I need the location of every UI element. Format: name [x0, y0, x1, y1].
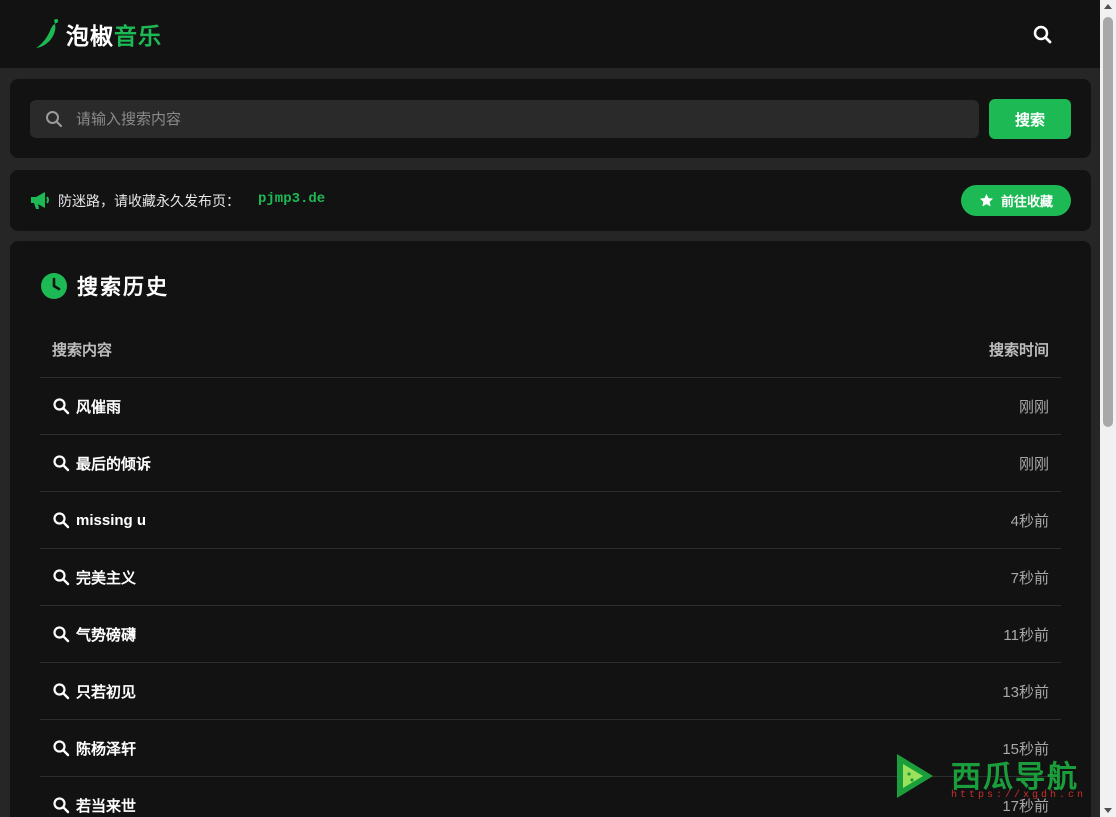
row-query-cell: 陈杨泽轩: [52, 738, 136, 759]
history-time: 17秒前: [1002, 797, 1049, 815]
history-query[interactable]: 风催雨: [76, 396, 121, 417]
search-button[interactable]: 搜索: [989, 99, 1071, 139]
chili-pepper-icon: [36, 18, 59, 48]
top-navbar: 泡椒音乐: [0, 0, 1100, 68]
history-query[interactable]: 只若初见: [76, 681, 136, 702]
history-table: 搜索内容 搜索时间 风催雨 刚刚 最后的倾诉 刚刚 missing u 4秒前 完美主义 7秒…: [40, 321, 1061, 817]
column-time-header: 搜索时间: [988, 341, 1049, 359]
table-row[interactable]: 完美主义 7秒前: [40, 549, 1061, 606]
site-logo[interactable]: 泡椒音乐: [34, 14, 162, 54]
search-icon: [53, 569, 70, 586]
search-card: 搜索: [10, 79, 1091, 158]
search-field[interactable]: [30, 100, 979, 138]
history-time: 4秒前: [1010, 512, 1049, 530]
row-query-cell: 只若初见: [52, 681, 136, 702]
search-icon: [53, 626, 70, 643]
row-query-cell: 气势磅礴: [52, 624, 136, 645]
search-icon: [53, 512, 70, 529]
permanent-url-link[interactable]: pjmp3.de: [258, 191, 325, 207]
row-query-cell: missing u: [52, 511, 146, 529]
history-query[interactable]: 若当来世: [76, 795, 136, 816]
history-time: 7秒前: [1010, 569, 1049, 587]
history-query[interactable]: missing u: [76, 512, 146, 529]
notice-card: 防迷路，请收藏永久发布页： pjmp3.de 前往收藏: [10, 170, 1091, 231]
search-icon: [53, 683, 70, 700]
history-time: 15秒前: [1002, 740, 1049, 758]
history-time: 13秒前: [1002, 683, 1049, 701]
table-row[interactable]: 气势磅礴 11秒前: [40, 606, 1061, 663]
table-header: 搜索内容 搜索时间: [40, 321, 1061, 378]
vertical-scrollbar[interactable]: [1100, 0, 1116, 817]
search-icon[interactable]: [1030, 22, 1056, 48]
search-icon: [46, 111, 63, 128]
search-history-card: 搜索历史 搜索内容 搜索时间 风催雨 刚刚 最后的倾诉 刚刚 missing u 4秒前完…: [10, 241, 1091, 817]
history-query[interactable]: 完美主义: [76, 567, 136, 588]
history-query[interactable]: 最后的倾诉: [76, 453, 151, 474]
table-row[interactable]: 风催雨 刚刚: [40, 378, 1061, 435]
row-query-cell: 完美主义: [52, 567, 136, 588]
row-query-cell: 风催雨: [52, 396, 121, 417]
history-query[interactable]: 陈杨泽轩: [76, 738, 136, 759]
go-bookmark-button[interactable]: 前往收藏: [961, 185, 1071, 216]
logo-text-accent: 音乐: [114, 23, 162, 49]
column-query-header: 搜索内容: [52, 341, 113, 359]
table-row[interactable]: missing u 4秒前: [40, 492, 1061, 549]
clock-icon: [41, 273, 67, 299]
history-time: 刚刚: [1018, 455, 1049, 473]
table-row[interactable]: 若当来世 17秒前: [40, 777, 1061, 817]
history-time: 刚刚: [1018, 398, 1049, 416]
notice-text: 防迷路，请收藏永久发布页：: [58, 193, 240, 209]
megaphone-icon: [31, 192, 49, 209]
search-icon: [53, 455, 70, 472]
history-heading: 搜索历史: [40, 271, 169, 301]
row-query-cell: 若当来世: [52, 795, 136, 816]
search-input[interactable]: [64, 100, 979, 138]
scroll-up-arrow-icon[interactable]: [1104, 4, 1112, 9]
table-row[interactable]: 只若初见 13秒前: [40, 663, 1061, 720]
row-query-cell: 最后的倾诉: [52, 453, 151, 474]
history-title: 搜索历史: [77, 276, 169, 299]
history-time: 11秒前: [1003, 626, 1049, 644]
table-row[interactable]: 最后的倾诉 刚刚: [40, 435, 1061, 492]
logo-text-main: 泡椒: [66, 23, 114, 49]
history-query[interactable]: 气势磅礴: [76, 624, 136, 645]
search-icon: [53, 740, 70, 757]
table-row[interactable]: 陈杨泽轩 15秒前: [40, 720, 1061, 777]
go-bookmark-label: 前往收藏: [1000, 194, 1053, 209]
star-icon: [979, 193, 994, 207]
search-icon: [53, 797, 70, 814]
scrollbar-thumb[interactable]: [1103, 17, 1113, 427]
scroll-down-arrow-icon[interactable]: [1104, 808, 1112, 813]
search-icon: [53, 398, 70, 415]
